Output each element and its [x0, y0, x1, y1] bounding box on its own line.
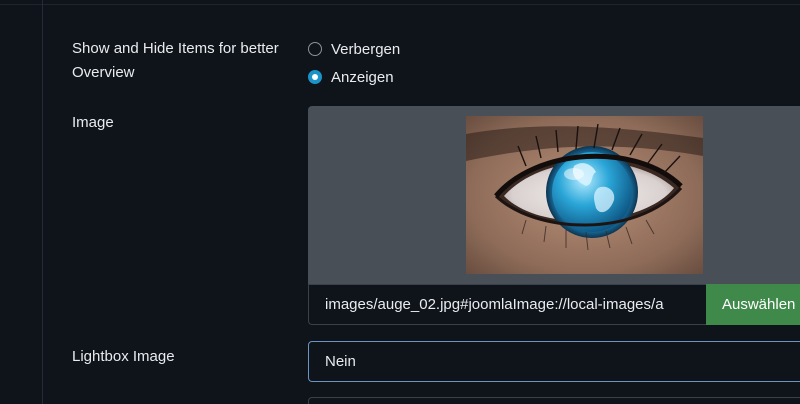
select-image-button[interactable]: Auswählen [706, 284, 800, 325]
show-hide-label: Show and Hide Items for better Overview [72, 40, 279, 81]
radio-label-verbergen: Verbergen [331, 40, 401, 58]
lightbox-label: Lightbox Image [72, 348, 175, 365]
radio-label-anzeigen: Anzeigen [331, 68, 394, 86]
page: Show and Hide Items for better Overview … [0, 0, 800, 404]
radio-option-verbergen[interactable]: Verbergen [308, 38, 400, 60]
lightbox-select[interactable]: Nein [308, 341, 800, 382]
image-path-row: Auswählen [308, 284, 800, 325]
image-preview [308, 106, 800, 284]
next-field[interactable] [308, 397, 800, 404]
lightbox-select-value: Nein [325, 353, 356, 370]
sidebar-divider [42, 0, 43, 404]
image-label: Image [72, 114, 114, 131]
radio-button-verbergen[interactable] [308, 42, 322, 56]
eye-globe-image [466, 116, 703, 274]
image-path-input[interactable] [308, 284, 706, 325]
top-divider [0, 4, 800, 5]
radio-button-anzeigen[interactable] [308, 70, 322, 84]
radio-option-anzeigen[interactable]: Anzeigen [308, 66, 394, 88]
